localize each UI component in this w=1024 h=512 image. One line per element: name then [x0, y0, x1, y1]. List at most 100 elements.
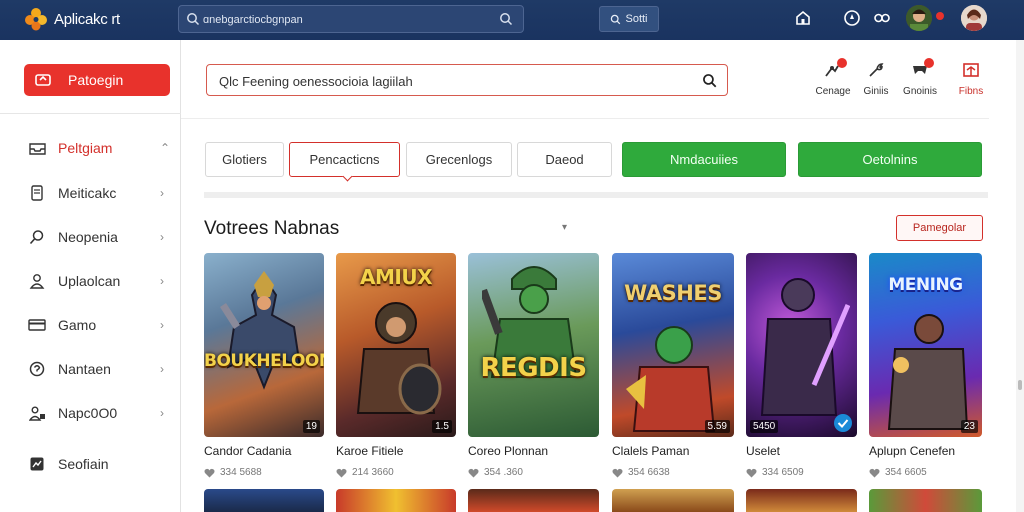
game-card[interactable]: MENING 23 Aplupn Cenefen 354 6605: [869, 253, 982, 478]
game-thumbnail-row2[interactable]: [746, 489, 857, 512]
gift-icon: [963, 63, 979, 77]
notification-badge: [924, 58, 934, 68]
notification-badge: [837, 58, 847, 68]
game-card[interactable]: 5450 Uselet 334 6509: [746, 253, 857, 478]
filter-chip-5[interactable]: Oetolnins: [798, 142, 982, 177]
sidebar-item-label: Neopenia: [58, 229, 118, 245]
game-rating-badge: 19: [302, 420, 320, 433]
game-thumbnail[interactable]: REGDIS: [468, 253, 599, 437]
search-submit-icon[interactable]: [499, 12, 513, 26]
game-art-title: REGDIS: [480, 353, 587, 383]
game-thumbnail[interactable]: MENING 23: [869, 253, 982, 437]
game-title[interactable]: Uselet: [746, 444, 857, 458]
hero-figure-icon: [220, 271, 302, 390]
header-action-label: Giniis: [863, 86, 889, 97]
game-rating-badge: 5.59: [704, 420, 730, 433]
heart-icon[interactable]: [612, 468, 623, 478]
sidebar-primary-button[interactable]: Patoegin: [24, 64, 170, 96]
compass-icon[interactable]: [843, 9, 861, 27]
home-icon[interactable]: [794, 9, 812, 27]
game-thumbnail[interactable]: WASHES 5.59: [612, 253, 734, 437]
sidebar-item-label: Peltgiam: [58, 140, 113, 156]
sidebar-item-0[interactable]: Peltgiam ⌃: [28, 137, 170, 159]
filter-chip-1[interactable]: Pencacticns: [289, 142, 400, 177]
game-meta: 354 6638: [612, 467, 734, 478]
brand-name[interactable]: Aplicakc rt: [54, 11, 120, 28]
header-action-1[interactable]: Giniis: [853, 60, 899, 98]
sort-dropdown-icon[interactable]: ▾: [562, 222, 567, 233]
heart-icon[interactable]: [468, 468, 479, 478]
sidebar: Patoegin Peltgiam ⌃ Meiticakc › Neopenia…: [0, 40, 181, 512]
header-action-0[interactable]: Cenage: [810, 58, 856, 98]
warrior-figure-icon: [760, 278, 850, 416]
sidebar-item-6[interactable]: Napc0O0 ›: [28, 402, 170, 424]
main-search-box[interactable]: [206, 64, 728, 96]
tool-icon: [869, 63, 884, 77]
game-thumbnail-row2[interactable]: [869, 489, 982, 512]
game-thumbnail-row2[interactable]: [204, 489, 324, 512]
sidebar-item-label: Nantaen: [58, 361, 111, 377]
app-logo-icon[interactable]: [24, 7, 48, 31]
game-stats: 334 6509: [762, 467, 804, 478]
game-thumbnail-row2[interactable]: [336, 489, 456, 512]
filter-chip-4[interactable]: Nmdacuiies: [622, 142, 786, 177]
game-card[interactable]: REGDIS Coreo Plonnan 354 .360: [468, 253, 599, 478]
sidebar-item-1[interactable]: Meiticakc ›: [28, 182, 170, 204]
search-icon: [29, 230, 44, 245]
filter-chip-2[interactable]: Grecenlogs: [406, 142, 512, 177]
game-meta: 334 5688: [204, 467, 324, 478]
game-rating-badge: 1.5: [432, 420, 452, 433]
sidebar-item-7[interactable]: Seofiain: [28, 453, 170, 475]
filter-chip-0[interactable]: Glotiers: [205, 142, 284, 177]
game-title[interactable]: Candor Cadania: [204, 444, 324, 458]
game-card[interactable]: AMIUX 1.5 Karoe Fitiele 214 3660: [336, 253, 456, 478]
search-icon[interactable]: [702, 73, 717, 88]
filter-chip-3[interactable]: Daeod: [517, 142, 612, 177]
game-thumbnail[interactable]: BOUKHELOOM 19: [204, 253, 324, 437]
game-card[interactable]: WASHES 5.59 Clalels Paman 354 6638: [612, 253, 734, 478]
heart-icon[interactable]: [204, 468, 215, 478]
top-search-input[interactable]: [203, 10, 493, 30]
section-action-button[interactable]: Pamegolar: [896, 215, 983, 241]
header-action-label: Cenage: [815, 86, 851, 97]
game-meta: 354 .360: [468, 467, 599, 478]
game-title[interactable]: Aplupn Cenefen: [869, 444, 982, 458]
game-thumbnail-row2[interactable]: [468, 489, 599, 512]
game-card[interactable]: BOUKHELOOM 19 Candor Cadania 334 5688: [204, 253, 324, 478]
game-thumbnail[interactable]: AMIUX 1.5: [336, 253, 456, 437]
game-title[interactable]: Coreo Plonnan: [468, 444, 599, 458]
game-title[interactable]: Karoe Fitiele: [336, 444, 456, 458]
header-action-label: Fibns: [958, 86, 984, 97]
header-action-label: Gnoinis: [903, 86, 937, 97]
header-action-3[interactable]: Fibns: [948, 60, 994, 98]
sidebar-item-3[interactable]: Uplaolcan ›: [28, 270, 170, 292]
main-search-input[interactable]: [219, 72, 699, 90]
heart-icon[interactable]: [336, 468, 347, 478]
scrollbar-thumb[interactable]: [1018, 380, 1022, 390]
game-thumbnail[interactable]: 5450: [746, 253, 857, 437]
game-stats: 334 5688: [220, 467, 262, 478]
gamepad-icon[interactable]: [873, 9, 891, 27]
game-thumbnail-row2[interactable]: [612, 489, 734, 512]
heart-icon[interactable]: [746, 468, 757, 478]
header-action-2[interactable]: Gnoinis: [897, 58, 943, 98]
game-stats: 354 6638: [628, 467, 670, 478]
sidebar-item-4[interactable]: Gamo ›: [28, 314, 170, 336]
game-title[interactable]: Clalels Paman: [612, 444, 734, 458]
device-icon: [31, 185, 43, 201]
top-search-button[interactable]: Sotti: [599, 6, 659, 32]
sidebar-item-label: Napc0O0: [58, 405, 118, 421]
game-stats: 354 6605: [885, 467, 927, 478]
game-stats: 214 3660: [352, 467, 394, 478]
chevron-right-icon: ›: [160, 230, 164, 244]
top-search-box[interactable]: [178, 5, 524, 33]
game-art-title: MENING: [888, 275, 963, 295]
page-scrollbar[interactable]: [1016, 40, 1024, 512]
game-meta: 214 3660: [336, 467, 456, 478]
heart-icon[interactable]: [869, 468, 880, 478]
user-avatar[interactable]: [906, 5, 932, 31]
sidebar-item-5[interactable]: Nantaen ›: [28, 358, 170, 380]
chevron-right-icon: ›: [160, 318, 164, 332]
sidebar-item-2[interactable]: Neopenia ›: [28, 226, 170, 248]
profile-avatar[interactable]: [961, 5, 987, 31]
